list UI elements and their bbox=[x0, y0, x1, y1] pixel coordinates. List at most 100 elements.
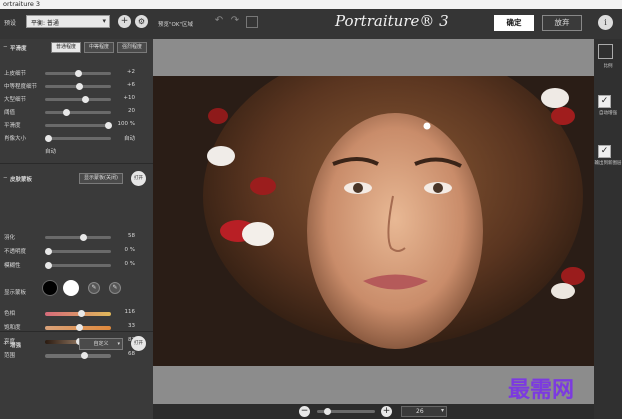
zoom-slider-knob[interactable] bbox=[324, 408, 331, 415]
enhance-dropdown[interactable]: 自定义 ▾ bbox=[79, 338, 123, 350]
slider-row: 色相 116 bbox=[0, 308, 153, 320]
slider-row: 阈值 20 bbox=[0, 107, 153, 119]
smoothing-tab-normal[interactable]: 普通程度 bbox=[51, 42, 81, 53]
slider-row: 上皮细节 +2 bbox=[0, 68, 153, 80]
preset-dropdown-value: 平衡: 普通 bbox=[31, 20, 59, 27]
preset-settings-button[interactable]: ⚙ bbox=[135, 15, 148, 28]
slider-value: 100 % bbox=[117, 121, 135, 127]
slider-row: 不透明度 0 % bbox=[0, 246, 153, 258]
redo-button[interactable]: ↷ bbox=[228, 15, 242, 29]
output-new-layer-label: 输出到新图层 bbox=[594, 161, 622, 166]
slider-track[interactable] bbox=[45, 98, 111, 101]
app-logo: Portraiture® 3 bbox=[335, 12, 449, 30]
plus-icon: + bbox=[120, 16, 129, 26]
ok-button[interactable]: 确定 bbox=[494, 15, 534, 31]
skin-mask-collapse-icon[interactable]: − bbox=[3, 175, 8, 181]
slider-knob[interactable] bbox=[45, 262, 52, 269]
slider-knob[interactable] bbox=[76, 83, 84, 90]
smoothing-tab-medium[interactable]: 中等程度 bbox=[84, 42, 114, 53]
slider-knob[interactable] bbox=[75, 70, 82, 77]
zoom-out-button[interactable]: − bbox=[299, 406, 310, 417]
slider-value: 0 % bbox=[124, 247, 135, 253]
show-mask-button[interactable]: 显示蒙板(关闭) bbox=[79, 173, 123, 184]
undo-button[interactable]: ↶ bbox=[212, 15, 226, 29]
slider-value: +2 bbox=[126, 69, 135, 75]
slider-knob[interactable] bbox=[82, 96, 90, 103]
mask-color-label: 显示蒙板 bbox=[4, 290, 27, 296]
skin-mask-title: 皮肤蒙板 bbox=[10, 177, 33, 183]
slider-track[interactable] bbox=[45, 124, 111, 127]
enhance-title: 增强 bbox=[10, 343, 22, 349]
slider-knob[interactable] bbox=[45, 248, 52, 255]
slider-label: 阈值 bbox=[4, 110, 16, 116]
slider-knob[interactable] bbox=[45, 135, 52, 142]
slider-value: +6 bbox=[126, 82, 135, 88]
slider-track[interactable] bbox=[45, 137, 111, 140]
eyedropper-button[interactable]: ✎ bbox=[88, 282, 100, 294]
enhance-section: + 增强 自定义 ▾ 打开 bbox=[0, 331, 153, 361]
checkmark-icon: ✓ bbox=[600, 96, 609, 106]
enhance-toggle[interactable]: 打开 bbox=[131, 336, 146, 351]
slider-value: 0 % bbox=[124, 261, 135, 267]
slider-label: 平滑度 bbox=[4, 123, 21, 129]
slider-knob[interactable] bbox=[79, 234, 87, 241]
preset-label: 预设 bbox=[4, 20, 17, 27]
slider-row: 大型细节 +10 bbox=[0, 94, 153, 106]
chevron-down-icon: ▾ bbox=[440, 407, 444, 414]
right-options-panel: 比例 ✓ 自动增强 ✓ 输出到新图层 bbox=[594, 39, 622, 419]
eyedropper-plus-icon: ✎ bbox=[112, 284, 118, 291]
enhance-dropdown-value: 自定义 bbox=[93, 341, 109, 347]
photo-preview-area[interactable] bbox=[153, 39, 594, 404]
info-button[interactable]: i bbox=[598, 15, 613, 30]
scale-label: 比例 bbox=[603, 64, 613, 69]
cancel-button[interactable]: 放弃 bbox=[542, 15, 582, 31]
slider-track[interactable] bbox=[45, 250, 111, 253]
slider-row: 羽化 58 bbox=[0, 232, 153, 244]
window-title: ortraiture 3 bbox=[3, 0, 41, 8]
smoothing-collapse-icon[interactable]: − bbox=[3, 44, 8, 50]
slider-knob[interactable] bbox=[105, 122, 112, 129]
slider-value: 33 bbox=[128, 323, 135, 329]
slider-label: 羽化 bbox=[4, 235, 16, 241]
slider-knob[interactable] bbox=[78, 310, 85, 317]
slider-knob[interactable] bbox=[63, 109, 70, 116]
slider-track[interactable] bbox=[45, 264, 111, 267]
left-settings-panel: − 平滑度 普通程度 中等程度 强烈程度 上皮细节 +2 中等程度细节 +6 大型细节 +… bbox=[0, 39, 153, 419]
window-titlebar: ortraiture 3 bbox=[0, 0, 622, 9]
compare-button[interactable] bbox=[246, 16, 258, 28]
smoothing-section: − 平滑度 普通程度 中等程度 强烈程度 上皮细节 +2 中等程度细节 +6 大型细节 +… bbox=[0, 39, 153, 161]
slider-row: 肖像大小 自动 bbox=[0, 133, 153, 145]
white-swatch[interactable] bbox=[63, 280, 79, 296]
slider-row: 模糊性 0 % bbox=[0, 260, 153, 272]
top-toolbar: 预设 平衡: 普通 ▾ + ⚙ 预览"OK"区域 ↶ ↷ Portraiture… bbox=[0, 9, 622, 39]
slider-row: 平滑度 100 % bbox=[0, 120, 153, 132]
slider-label: 大型细节 bbox=[4, 97, 27, 103]
eyedropper-add-button[interactable]: ✎ bbox=[109, 282, 121, 294]
slider-value: 116 bbox=[124, 309, 136, 315]
slider-label: 饱和度 bbox=[4, 325, 21, 331]
slider-label: 上皮细节 bbox=[4, 71, 27, 77]
add-preset-button[interactable]: + bbox=[118, 15, 131, 28]
chevron-down-icon: ▾ bbox=[117, 341, 120, 347]
slider-value: 58 bbox=[128, 233, 135, 239]
skin-mask-toggle[interactable]: 打开 bbox=[131, 171, 146, 186]
scale-box[interactable] bbox=[598, 44, 613, 59]
output-new-layer-checkbox[interactable]: ✓ bbox=[598, 145, 611, 158]
chevron-down-icon: ▾ bbox=[102, 17, 106, 25]
zoom-value: 26 bbox=[416, 408, 424, 415]
preset-dropdown[interactable]: 平衡: 普通 ▾ bbox=[26, 15, 110, 28]
eyedropper-icon: ✎ bbox=[91, 284, 97, 291]
slider-label: 不透明度 bbox=[4, 249, 27, 255]
enhance-expand-icon[interactable]: + bbox=[3, 341, 8, 347]
slider-track[interactable] bbox=[45, 111, 111, 114]
zoom-value-field[interactable]: 26 ▾ bbox=[401, 406, 447, 417]
zoom-in-button[interactable]: + bbox=[381, 406, 392, 417]
portrait-size-auto-label: 自动 bbox=[45, 149, 57, 155]
black-swatch[interactable] bbox=[42, 280, 58, 296]
slider-label: 肖像大小 bbox=[4, 136, 27, 142]
slider-track[interactable] bbox=[45, 236, 111, 239]
smoothing-tab-strong[interactable]: 强烈程度 bbox=[117, 42, 147, 53]
slider-value: 自动 bbox=[123, 136, 135, 142]
slider-label: 模糊性 bbox=[4, 263, 21, 269]
auto-enhance-checkbox[interactable]: ✓ bbox=[598, 95, 611, 108]
